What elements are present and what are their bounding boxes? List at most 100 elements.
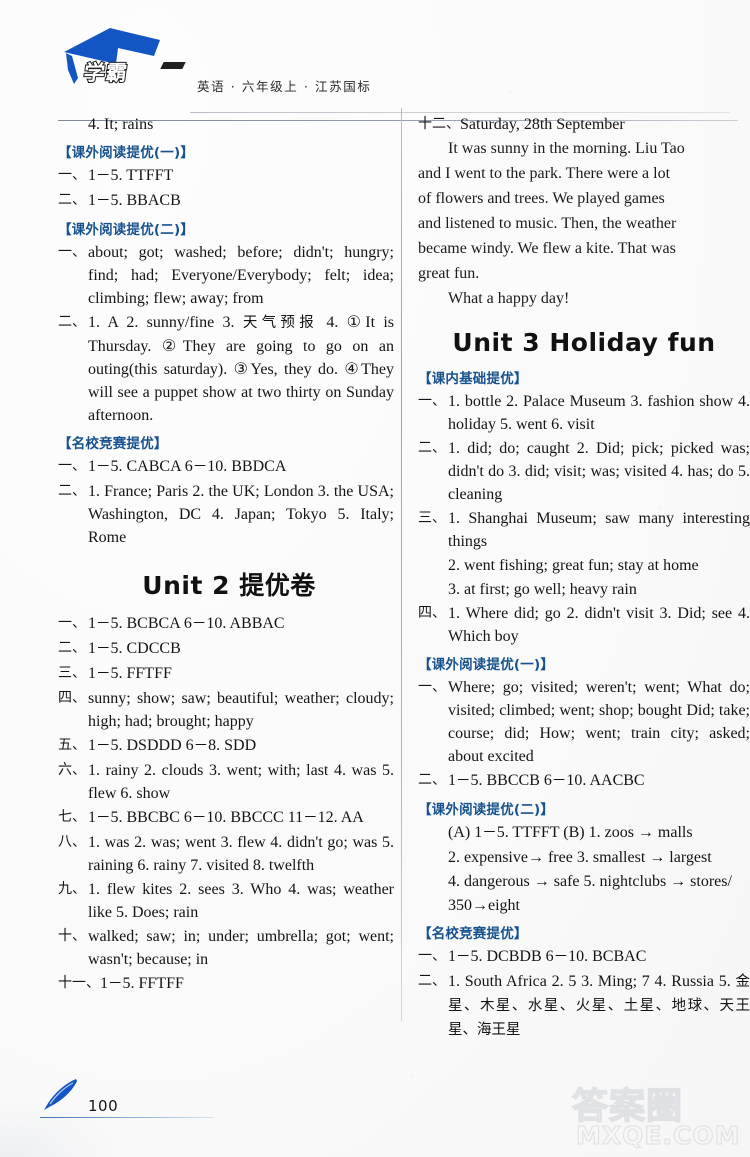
section-heading: 【课外阅读提优(一)】 <box>58 145 195 161</box>
answer-item: 八、 1. was 2. was; went 3. flew 4. didn't … <box>58 831 394 877</box>
answer-item-text: 1. Shanghai Museum; saw many interesting… <box>448 510 750 550</box>
answer-paragraph-line: great fun. <box>418 265 480 282</box>
answer-item: 五、 1－5. DSDDD 6－8. SDD <box>58 734 394 758</box>
answer-item: 三、 1. Shanghai Museum; saw many interesti… <box>418 507 750 553</box>
answer-item: 一、 Where; go; visited; weren't; went; Wha… <box>418 676 750 768</box>
answer-item: 二、 1－5. CDCCB <box>58 637 394 661</box>
answer-item-enumerator: 七、 <box>58 809 86 825</box>
answer-item: 一、 about; got; washed; before; didn't; hu… <box>58 241 394 310</box>
answer-item-text: sunny; show; saw; beautiful; weather; cl… <box>88 690 394 730</box>
answer-item-text: 1. rainy 2. clouds 3. went; with; last 4… <box>88 762 394 802</box>
answer-item: 一、 1－5. CABCA 6－10. BBDCA <box>58 455 394 479</box>
answer-item-text: Saturday, 28th September <box>460 116 625 133</box>
unit-heading: Unit 2 提优卷 <box>142 571 316 600</box>
answer-item-text: 1. South Africa 2. 5 3. Ming; 7 4. Russi… <box>448 973 750 1038</box>
answer-item-enumerator: 二、 <box>58 314 86 330</box>
answer-item-text: 1－5. TTFFT <box>88 167 174 184</box>
answer-item: 4. It; rains <box>58 113 394 136</box>
answer-item: 一、 1－5. TTFFT <box>58 164 394 188</box>
answer-item-text: 1－5. DSDDD 6－8. SDD <box>88 737 257 754</box>
answer-paragraph-line: became windy. We flew a kite. That was <box>418 240 676 257</box>
answer-paragraph-line: and listened to music. Then, the weather <box>418 215 677 232</box>
answer-paragraph-line: of flowers and trees. We played games <box>418 190 665 207</box>
answer-item: 十一、 1－5. FFTFF <box>58 972 394 996</box>
answer-item: 二、 1. France; Paris 2. the UK; London 3. … <box>58 480 394 549</box>
answer-item-enumerator: 一、 <box>418 948 446 964</box>
answer-item-text: 2. went fishing; great fun; stay at home <box>448 557 699 574</box>
answer-item-text: 1－5. CABCA 6－10. BBDCA <box>88 458 287 475</box>
answer-item: 四、 sunny; show; saw; beautiful; weather; … <box>58 687 394 733</box>
answer-item-text: (A) 1－5. TTFFT (B) 1. zoos → malls <box>448 824 693 841</box>
answer-item-text: 1－5. DCBDB 6－10. BCBAC <box>448 948 647 965</box>
answer-item-enumerator: 四、 <box>58 690 86 706</box>
watermark-en-text: MXQE.COM <box>575 1120 741 1150</box>
answer-item-text: Where; go; visited; weren't; went; What … <box>448 679 750 765</box>
page-footer: 100 答案圈 MXQE.COM <box>0 1065 750 1157</box>
brand-logo-text: 学霸 <box>81 60 130 86</box>
answer-item-text: 1－5. BCBCA 6－10. ABBAC <box>88 615 285 632</box>
unit-heading: Unit 3 Holiday fun <box>452 328 716 357</box>
page-header: 学霸 英语 · 六年级上 · 江苏国标 <box>0 24 750 121</box>
answer-item-enumerator: 一、 <box>58 615 86 631</box>
answer-item-enumerator: 四、 <box>418 605 446 621</box>
answer-item-enumerator: 一、 <box>58 167 86 183</box>
answer-item: 二、 1. did; do; caught 2. Did; pick; picke… <box>418 437 750 506</box>
answer-item: 2. went fishing; great fun; stay at home <box>418 554 750 577</box>
answer-item-enumerator: 八、 <box>58 834 86 850</box>
section-heading: 【名校竞赛提优】 <box>418 926 528 942</box>
answer-item-enumerator: 三、 <box>418 510 446 526</box>
answer-item: 350→eight <box>418 894 750 917</box>
section-heading: 【课外阅读提优(一)】 <box>418 657 555 673</box>
answer-item-enumerator: 十二、 <box>418 116 460 132</box>
answer-item: 二、 1. A 2. sunny/fine 3. 天气预报 4. ①It is T… <box>58 311 394 427</box>
answer-item: 四、 1. Where did; go 2. didn't visit 3. Di… <box>418 602 750 648</box>
answer-paragraph-line: What a happy day! <box>448 290 570 307</box>
answer-item: 二、 1－5. BBACB <box>58 189 394 213</box>
brand-logo: 学霸 <box>58 26 198 86</box>
section-heading: 【课内基础提优】 <box>418 371 528 387</box>
answer-item-text: 1－5. BBCCB 6－10. AACBC <box>448 772 645 789</box>
answer-item: 九、 1. flew kites 2. sees 3. Who 4. was; w… <box>58 878 394 924</box>
section-heading: 【名校竞赛提优】 <box>58 436 168 452</box>
answer-item-text: 1. Where did; go 2. didn't visit 3. Did;… <box>448 605 750 645</box>
answer-item: 六、 1. rainy 2. clouds 3. went; with; last… <box>58 759 394 805</box>
answer-item-enumerator: 六、 <box>58 762 86 778</box>
answer-item-enumerator: 三、 <box>58 665 86 681</box>
answer-item-text: 1－5. FFTFF <box>100 975 184 992</box>
answer-item: (A) 1－5. TTFFT (B) 1. zoos → malls <box>418 821 750 845</box>
section-heading: 【课外阅读提优(二)】 <box>418 802 555 818</box>
left-column: 4. It; rains 【课外阅读提优(一)】 一、 1－5. TTFFT 二、 1－5… <box>58 112 394 1067</box>
answer-item: 十二、 Saturday, 28th September <box>418 113 750 136</box>
answer-item: 二、 1. South Africa 2. 5 3. Ming; 7 4. Rus… <box>418 970 750 1042</box>
answer-item-text: 1. bottle 2. Palace Museum 3. fashion sh… <box>448 393 750 433</box>
answer-item-enumerator: 一、 <box>418 679 446 695</box>
answer-item-text: 2. expensive→ free 3. smallest → largest <box>448 849 712 866</box>
right-column: 十二、 Saturday, 28th September It was sunny … <box>418 112 750 1067</box>
answer-item-enumerator: 一、 <box>58 244 86 260</box>
answer-item-enumerator: 十一、 <box>58 975 100 991</box>
answer-item-enumerator: 二、 <box>418 772 446 788</box>
answer-item: 2. expensive→ free 3. smallest → largest <box>418 846 750 869</box>
answer-item: 一、 1－5. BCBCA 6－10. ABBAC <box>58 612 394 636</box>
answer-item: 一、 1－5. DCBDB 6－10. BCBAC <box>418 945 750 969</box>
answer-item-enumerator: 十、 <box>58 928 86 944</box>
answer-item-enumerator: 二、 <box>58 640 86 656</box>
answer-item-enumerator: 一、 <box>58 458 86 474</box>
answer-item-text: 1. did; do; caught 2. Did; pick; picked … <box>448 440 750 503</box>
answer-paragraph-line: It was sunny in the morning. Liu Tao <box>448 140 685 157</box>
watermark: 答案圈 MXQE.COM <box>570 1075 742 1153</box>
answer-item-text: 1. A 2. sunny/fine 3. 天气预报 4. ①It is Thu… <box>88 314 394 424</box>
answer-item-enumerator: 二、 <box>58 483 86 499</box>
answer-item: 三、 1－5. FFTFF <box>58 662 394 686</box>
answer-item-text: 4. dangerous → safe 5. nightclubs → stor… <box>448 873 732 890</box>
answer-item: 4. dangerous → safe 5. nightclubs → stor… <box>418 870 750 893</box>
answer-item-text: 350→eight <box>448 897 520 914</box>
content-columns: 4. It; rains 【课外阅读提优(一)】 一、 1－5. TTFFT 二、 1－5… <box>0 108 750 1067</box>
answer-item-enumerator: 二、 <box>418 973 446 989</box>
answer-item-text: 1－5. FFTFF <box>88 665 172 682</box>
header-subject-title: 英语 · 六年级上 · 江苏国标 <box>197 79 372 94</box>
answer-paragraph-line: and I went to the park. There were a lot <box>418 165 671 182</box>
answer-item: 3. at first; go well; heavy rain <box>418 578 750 601</box>
column-divider <box>401 108 402 1021</box>
answer-item-text: 1－5. CDCCB <box>88 640 181 657</box>
